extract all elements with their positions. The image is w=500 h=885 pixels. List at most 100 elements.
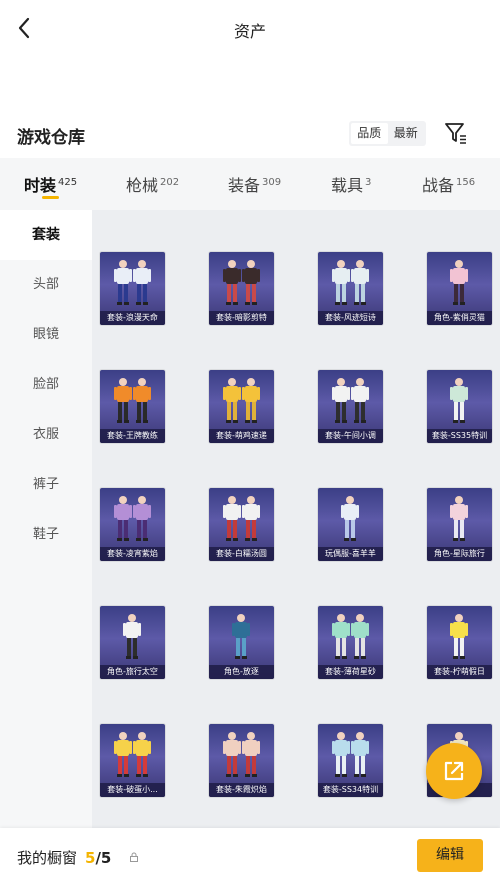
item-label: 套装-柠萌假日 xyxy=(427,665,492,679)
item-label: 角色-旅行太空 xyxy=(100,665,165,679)
asset-screen: 资产 游戏仓库 品质 最新 时装 425 枪械 202 装备 309 载具 3 战备 15… xyxy=(0,0,500,885)
item-image xyxy=(123,614,141,659)
item-image xyxy=(223,260,260,305)
item-image xyxy=(450,260,468,305)
filter-button[interactable] xyxy=(443,120,469,146)
tab-label: 时装 xyxy=(24,176,57,195)
item-card[interactable]: 角色-旅行太空 xyxy=(100,606,165,679)
section-title: 游戏仓库 xyxy=(17,128,85,148)
tab-count: 3 xyxy=(365,176,372,188)
wardrobe-status: 我的橱窗 5/5 xyxy=(17,847,111,868)
sidebar: 套装 头部 眼镜 脸部 衣服 裤子 鞋子 xyxy=(0,210,92,828)
item-label: 角色-星际旅行 xyxy=(427,547,492,561)
item-label: 套装-王牌教练 xyxy=(100,429,165,443)
tab-label: 战备 xyxy=(422,176,455,195)
item-image xyxy=(114,378,151,423)
lock-icon xyxy=(130,852,138,862)
tab-count: 425 xyxy=(58,176,78,188)
edit-button[interactable]: 编辑 xyxy=(417,839,483,872)
item-label: 套装-SS35特训 xyxy=(427,429,492,443)
item-image xyxy=(332,732,369,777)
item-label: 套装-暗影剪特 xyxy=(209,311,274,325)
tab-supplies[interactable]: 战备 156 xyxy=(422,172,475,196)
sidebar-item-suit[interactable]: 套装 xyxy=(0,210,92,260)
top-bar: 资产 xyxy=(0,0,500,58)
active-tab-indicator xyxy=(42,196,59,199)
item-card[interactable]: 套装-午间小调 xyxy=(318,370,383,443)
item-label: 套装-薄荷星砂 xyxy=(318,665,383,679)
item-image xyxy=(114,260,151,305)
tab-fashion[interactable]: 时装 425 xyxy=(24,172,77,196)
item-image xyxy=(450,496,468,541)
item-label: 角色-紫俏灵猫 xyxy=(427,311,492,325)
tab-label: 枪械 xyxy=(126,176,159,195)
item-card[interactable]: 套装-SS34特训 xyxy=(318,724,383,797)
item-card[interactable]: 玩偶服-喜羊羊 xyxy=(318,488,383,561)
item-image xyxy=(341,496,359,541)
share-fab[interactable] xyxy=(426,743,482,799)
wardrobe-label: 我的橱窗 xyxy=(17,849,78,867)
item-grid: 套装-浪漫天命 套装-暗影剪特 套装-风迹短诗 角色-紫俏灵猫套装-王牌教练 套装-萌鸡… xyxy=(92,210,500,828)
item-label: 套装-萌鸡速递 xyxy=(209,429,274,443)
item-card[interactable]: 角色-星际旅行 xyxy=(427,488,492,561)
item-image xyxy=(223,732,260,777)
item-label: 套装-破蛋小... xyxy=(100,783,165,797)
item-card[interactable]: 套装-萌鸡速递 xyxy=(209,370,274,443)
category-tabs: 时装 425 枪械 202 装备 309 载具 3 战备 156 xyxy=(0,158,500,210)
item-card[interactable]: 套装-风迹短诗 xyxy=(318,252,383,325)
sidebar-item-face[interactable]: 脸部 xyxy=(0,360,92,410)
item-card[interactable]: 套装-朱霞炽焰 xyxy=(209,724,274,797)
item-label: 套装-白糯汤圆 xyxy=(209,547,274,561)
item-card[interactable]: 套装-白糯汤圆 xyxy=(209,488,274,561)
sort-newest[interactable]: 最新 xyxy=(388,123,425,144)
item-label: 玩偶服-喜羊羊 xyxy=(318,547,383,561)
item-label: 套装-朱霞炽焰 xyxy=(209,783,274,797)
item-image xyxy=(332,378,369,423)
sidebar-item-clothes[interactable]: 衣服 xyxy=(0,410,92,460)
sort-toggle: 品质 最新 xyxy=(349,121,426,146)
share-external-icon xyxy=(444,761,464,781)
item-image xyxy=(332,614,369,659)
bottom-bar: 我的橱窗 5/5 编辑 xyxy=(0,828,500,885)
sort-quality[interactable]: 品质 xyxy=(351,123,388,144)
item-card[interactable]: 套装-暗影剪特 xyxy=(209,252,274,325)
item-card[interactable]: 套装-王牌教练 xyxy=(100,370,165,443)
item-label: 套装-午间小调 xyxy=(318,429,383,443)
item-image xyxy=(450,614,468,659)
wardrobe-current: 5 xyxy=(85,849,96,867)
item-card[interactable]: 套装-凌宵紫焰 xyxy=(100,488,165,561)
sidebar-item-head[interactable]: 头部 xyxy=(0,260,92,310)
sidebar-item-pants[interactable]: 裤子 xyxy=(0,460,92,510)
tab-count: 309 xyxy=(262,176,282,188)
filter-icon xyxy=(445,123,466,144)
item-card[interactable]: 角色-放逐 xyxy=(209,606,274,679)
item-label: 套装-风迹短诗 xyxy=(318,311,383,325)
item-card[interactable]: 套装-SS35特训 xyxy=(427,370,492,443)
item-image xyxy=(114,732,151,777)
tab-count: 202 xyxy=(160,176,180,188)
tab-count: 156 xyxy=(456,176,476,188)
item-label: 角色-放逐 xyxy=(209,665,274,679)
sidebar-item-glasses[interactable]: 眼镜 xyxy=(0,310,92,360)
item-image xyxy=(232,614,250,659)
page-title: 资产 xyxy=(233,22,266,41)
wardrobe-total: /5 xyxy=(95,849,112,867)
item-label: 套装-浪漫天命 xyxy=(100,311,165,325)
item-card[interactable]: 套装-柠萌假日 xyxy=(427,606,492,679)
item-label: 套装-凌宵紫焰 xyxy=(100,547,165,561)
sidebar-item-shoes[interactable]: 鞋子 xyxy=(0,510,92,560)
tab-guns[interactable]: 枪械 202 xyxy=(126,172,179,196)
tab-vehicles[interactable]: 载具 3 xyxy=(331,172,371,196)
item-card[interactable]: 角色-紫俏灵猫 xyxy=(427,252,492,325)
item-card[interactable]: 套装-浪漫天命 xyxy=(100,252,165,325)
item-image xyxy=(114,496,151,541)
item-card[interactable]: 套装-破蛋小... xyxy=(100,724,165,797)
tab-equipment[interactable]: 装备 309 xyxy=(228,172,281,196)
item-label: 套装-SS34特训 xyxy=(318,783,383,797)
item-image xyxy=(223,378,260,423)
item-card[interactable]: 套装-薄荷星砂 xyxy=(318,606,383,679)
item-image xyxy=(332,260,369,305)
tab-label: 载具 xyxy=(331,176,364,195)
item-image xyxy=(450,378,468,423)
item-image xyxy=(223,496,260,541)
